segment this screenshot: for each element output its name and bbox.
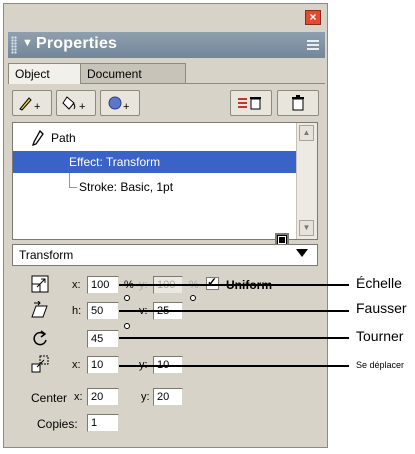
add-stroke-button[interactable]: + (12, 90, 52, 116)
effect-type-dropdown[interactable]: Transform (12, 244, 318, 266)
move-x-field[interactable]: 10 (87, 356, 119, 374)
delete-attribute-button[interactable] (230, 90, 272, 116)
svg-text:+: + (123, 101, 129, 112)
tree-item-stroke[interactable]: Stroke: Basic, 1pt (13, 176, 296, 247)
skew-icon (31, 301, 48, 318)
chevron-down-icon (296, 249, 308, 257)
callout-skew: Fausser (356, 300, 407, 316)
trash-icon (292, 95, 304, 111)
tree-item-label: Stroke: Basic, 1pt (79, 180, 174, 194)
panel-title: Properties (36, 35, 118, 52)
tab-document[interactable]: Document (80, 63, 186, 83)
tree-scrollbar[interactable]: ▲ ▼ (296, 123, 317, 239)
tree-item-path[interactable]: Path (13, 127, 296, 149)
add-fill-button[interactable]: + (56, 90, 96, 116)
rotate-field[interactable]: 45 (87, 330, 119, 348)
move-x-label: x: (72, 359, 81, 371)
rotate-icon (33, 330, 47, 346)
degree-mark (124, 295, 130, 301)
tree-item-label: Path (51, 131, 76, 145)
tab-object[interactable]: Object (8, 63, 81, 84)
add-effect-button[interactable]: + (100, 90, 140, 116)
tree-item-effect[interactable]: Effect: Transform (13, 151, 296, 173)
scroll-up-icon[interactable]: ▲ (299, 125, 314, 141)
center-y-field[interactable]: 20 (153, 388, 183, 406)
skew-h-label: h: (72, 305, 82, 317)
tree-item-label: Effect: Transform (69, 155, 161, 169)
center-label: Center (31, 391, 68, 405)
scale-x-label: x: (72, 279, 81, 291)
add-stroke-icon: + (19, 97, 40, 112)
copies-field[interactable]: 1 (87, 414, 119, 432)
svg-text:+: + (34, 101, 40, 112)
add-fill-icon: + (62, 96, 85, 112)
svg-text:+: + (79, 101, 85, 112)
attribute-tree: Path Effect: Transform Stroke: Basic, 1p… (12, 122, 318, 247)
center-y-label: y: (141, 391, 150, 403)
callout-move: Se déplacer (356, 360, 405, 370)
callout-rotate: Tourner (356, 328, 404, 344)
degree-mark (190, 295, 196, 301)
callout-line-move (119, 365, 349, 367)
trash-button[interactable] (277, 90, 319, 116)
degree-mark (124, 323, 130, 329)
center-x-label: x: (74, 391, 83, 403)
close-icon[interactable]: × (305, 10, 321, 25)
panel-menu-icon[interactable] (307, 40, 319, 50)
callout-line-rotate (119, 337, 349, 339)
callout-scale: Échelle (356, 275, 402, 291)
attribute-toolbar: + + + (12, 90, 321, 118)
center-x-field[interactable]: 20 (87, 388, 119, 406)
dropdown-value: Transform (19, 248, 74, 262)
callout-line-skew (119, 310, 349, 312)
skew-h-field[interactable]: 50 (87, 302, 119, 320)
pen-path-icon (31, 130, 44, 146)
scale-x-field[interactable]: 100 (87, 276, 119, 294)
callout-line-scale (119, 284, 349, 286)
delete-attribute-icon (238, 97, 261, 110)
panel-grip-icon[interactable] (11, 36, 17, 54)
scroll-down-icon[interactable]: ▼ (299, 220, 314, 236)
add-effect-icon: + (108, 96, 129, 112)
scale-icon (31, 275, 49, 293)
move-icon (31, 355, 49, 373)
copies-label: Copies: (37, 417, 78, 431)
collapse-arrow-icon[interactable]: ▼ (22, 37, 33, 49)
panel-title-bar[interactable]: ▼ Properties (8, 32, 325, 58)
